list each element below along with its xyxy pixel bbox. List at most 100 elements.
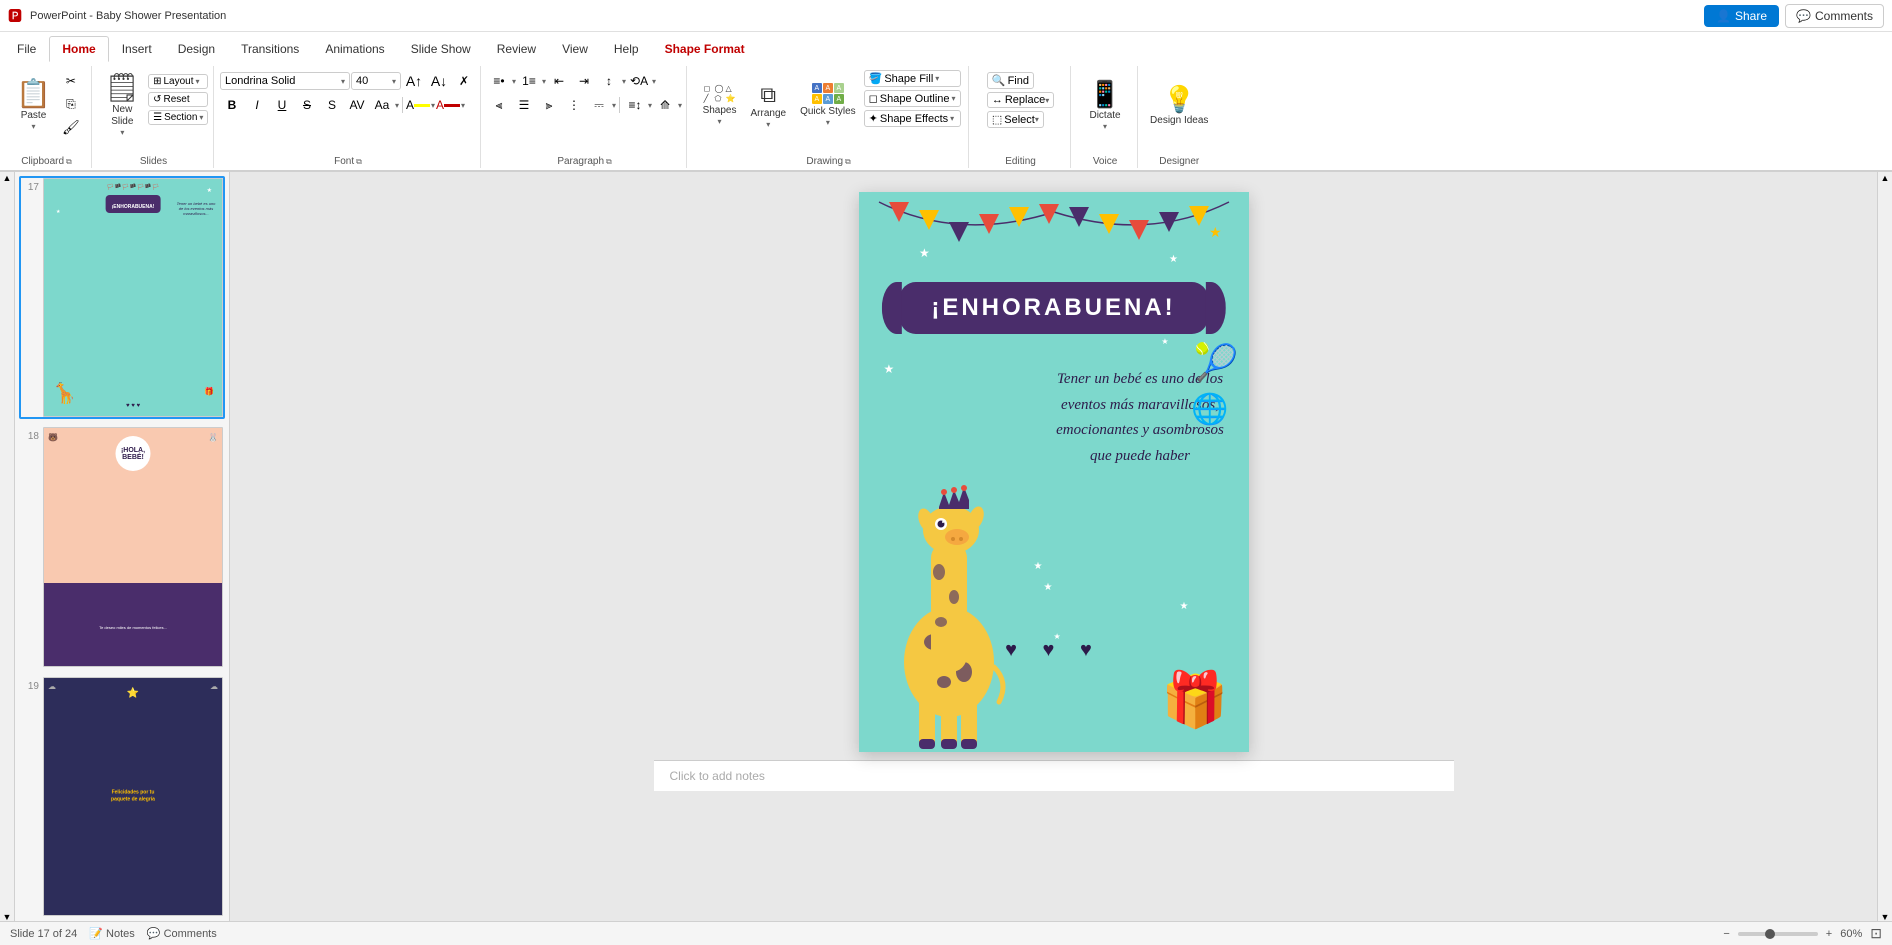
- right-scroll-up-button[interactable]: ▲: [1879, 172, 1891, 184]
- tab-insert[interactable]: Insert: [109, 36, 165, 62]
- underline-button[interactable]: U: [270, 94, 294, 116]
- thumb-star-19: ⭐: [127, 688, 139, 699]
- share-button[interactable]: 👤 Share: [1704, 5, 1779, 27]
- scroll-up-button[interactable]: ▲: [1, 172, 13, 184]
- zoom-out-button[interactable]: −: [1723, 928, 1729, 940]
- tab-animations[interactable]: Animations: [312, 36, 397, 62]
- thumb-deco2-18: 🐰: [208, 433, 218, 442]
- cut-button[interactable]: ✂: [59, 70, 83, 92]
- tab-slideshow[interactable]: Slide Show: [398, 36, 484, 62]
- drawing-expand-icon[interactable]: ⧉: [845, 157, 851, 167]
- text-direction-dropdown: ▾: [652, 77, 656, 86]
- new-slide-button[interactable]: 🗒 NewSlide ▾: [99, 70, 147, 140]
- slide-thumb-19[interactable]: 19 Felicidades por tupaquete de alegría …: [19, 675, 225, 918]
- star-1: ★: [884, 362, 895, 376]
- status-bar: Slide 17 of 24 📝 Notes 💬 Comments − + 60…: [0, 921, 1892, 945]
- zoom-slider[interactable]: [1738, 932, 1818, 936]
- replace-label: Replace: [1005, 94, 1045, 106]
- tab-help[interactable]: Help: [601, 36, 652, 62]
- shape-effects-button[interactable]: ✦ Shape Effects ▾: [864, 110, 961, 127]
- comments-button[interactable]: 💬 Comments: [1785, 4, 1884, 28]
- tab-design[interactable]: Design: [165, 36, 228, 62]
- section-button[interactable]: ☰ Section ▾: [148, 110, 208, 125]
- notes-area[interactable]: Click to add notes: [654, 760, 1454, 791]
- tab-review[interactable]: Review: [484, 36, 549, 62]
- italic-button[interactable]: I: [245, 94, 269, 116]
- change-case-button[interactable]: Aa: [370, 94, 394, 116]
- align-left-button[interactable]: ⫷: [487, 94, 511, 116]
- hearts-text: ♥ ♥ ♥: [1005, 639, 1102, 661]
- banner-shape[interactable]: ¡ENHORABUENA!: [899, 282, 1207, 334]
- right-scrollbar[interactable]: ▲ ▼: [1877, 172, 1892, 923]
- decrease-font-button[interactable]: A↓: [427, 70, 451, 92]
- left-scrollbar[interactable]: ▲ ▼: [0, 172, 15, 923]
- layout-button[interactable]: ⊞ Layout ▾: [148, 74, 208, 89]
- numbering-button[interactable]: 1≡: [517, 70, 541, 92]
- copy-button[interactable]: ⎘: [59, 93, 83, 115]
- quick-styles-button[interactable]: A A A A A A Quick Styles ▾: [794, 70, 862, 140]
- tab-transitions[interactable]: Transitions: [228, 36, 312, 62]
- font-expand-icon[interactable]: ⧉: [356, 157, 362, 167]
- slide-panel: 17 🏳🏴🏳🏴🏳🏴🏳 ¡ENHORABUENA! 🦒 Tener un bebé: [15, 172, 230, 923]
- shape-fill-button[interactable]: 🪣 Shape Fill ▾: [864, 70, 961, 87]
- zoom-in-button[interactable]: +: [1826, 928, 1832, 940]
- tab-file[interactable]: File: [4, 36, 49, 62]
- text-direction-button[interactable]: ⟲A: [627, 70, 651, 92]
- font-name-selector[interactable]: Londrina Solid ▾: [220, 72, 350, 90]
- increase-indent-button[interactable]: ⇥: [572, 70, 596, 92]
- tab-shapeformat[interactable]: Shape Format: [652, 36, 758, 62]
- paste-button[interactable]: 📋 Paste ▾: [10, 70, 57, 140]
- highlight-dropdown: ▾: [431, 101, 435, 110]
- star-left: ★: [919, 246, 930, 260]
- clear-format-button[interactable]: ✗: [452, 70, 476, 92]
- slide-thumb-18[interactable]: 18 ¡HOLA, BEBÉ! Te deseo miles de moment…: [19, 425, 225, 668]
- reset-button[interactable]: ↺ Reset: [148, 92, 208, 107]
- paragraph-expand-icon[interactable]: ⧉: [606, 157, 612, 167]
- align-center-button[interactable]: ☰: [512, 94, 536, 116]
- slide-canvas[interactable]: ★ ★ ★ ¡ENHORABUENA!: [859, 192, 1249, 752]
- char-spacing-button[interactable]: AV: [345, 94, 369, 116]
- format-painter-button[interactable]: 🖌: [59, 116, 83, 138]
- notes-status-button[interactable]: 📝 Notes: [89, 927, 135, 940]
- replace-button[interactable]: ↔ Replace ▾: [987, 92, 1054, 108]
- slide-thumb-17[interactable]: 17 🏳🏴🏳🏴🏳🏴🏳 ¡ENHORABUENA! 🦒 Tener un bebé: [19, 176, 225, 419]
- shape-outline-label: Shape Outline: [880, 93, 950, 105]
- line-spacing-button[interactable]: ↕: [597, 70, 621, 92]
- shapes-button[interactable]: ◻ ◯ △ ╱ ⬠ ⭐ Shapes ▾: [697, 70, 743, 140]
- increase-font-button[interactable]: A↑: [402, 70, 426, 92]
- highlight-color-button[interactable]: A: [406, 94, 430, 116]
- strikethrough-button[interactable]: S: [295, 94, 319, 116]
- para-row2: ⫷ ☰ ⫸ ⋮ ⎓ ▾ ≡↕ ▾ ⟰ ▾: [487, 94, 682, 116]
- bullets-button[interactable]: ≡•: [487, 70, 511, 92]
- balloon-decoration: 🎾: [1194, 342, 1239, 384]
- tab-view[interactable]: View: [549, 36, 601, 62]
- align-text-button[interactable]: ≡↕: [623, 94, 647, 116]
- shape-outline-button[interactable]: ◻ Shape Outline ▾: [864, 90, 961, 107]
- tab-home[interactable]: Home: [49, 36, 108, 62]
- arrange-button[interactable]: ⧉ Arrange ▾: [744, 70, 792, 140]
- select-button[interactable]: ⬚ Select ▾: [987, 111, 1044, 128]
- convert-smartart-button[interactable]: ⟰: [653, 94, 677, 116]
- comments-status-button[interactable]: 💬 Comments: [147, 927, 217, 940]
- slide-preview-19: Felicidades por tupaquete de alegría ⭐ ☁…: [44, 678, 222, 915]
- star-4: ★: [1180, 601, 1189, 612]
- shape-outline-dropdown: ▾: [952, 94, 956, 103]
- bullets-dropdown: ▾: [512, 77, 516, 86]
- font-size-selector[interactable]: 40 ▾: [351, 72, 401, 90]
- clipboard-expand-icon[interactable]: ⧉: [66, 157, 72, 167]
- justify-button[interactable]: ⋮: [562, 94, 586, 116]
- decrease-indent-button[interactable]: ⇤: [547, 70, 571, 92]
- comments-icon: 💬: [1796, 9, 1811, 23]
- design-ideas-button[interactable]: 💡 Design Ideas: [1144, 70, 1214, 140]
- shadow-button[interactable]: S: [320, 94, 344, 116]
- paste-dropdown-arrow: ▾: [31, 122, 35, 131]
- align-right-button[interactable]: ⫸: [537, 94, 561, 116]
- paste-label: Paste: [21, 110, 47, 122]
- fit-slide-button[interactable]: ⊡: [1870, 925, 1882, 942]
- columns-button[interactable]: ⎓: [587, 94, 611, 116]
- bold-button[interactable]: B: [220, 94, 244, 116]
- font-color-button[interactable]: A: [436, 94, 460, 116]
- replace-icon: ↔: [992, 94, 1003, 106]
- find-button[interactable]: 🔍 Find: [987, 72, 1034, 89]
- dictate-button[interactable]: 📱 Dictate ▾: [1083, 70, 1127, 140]
